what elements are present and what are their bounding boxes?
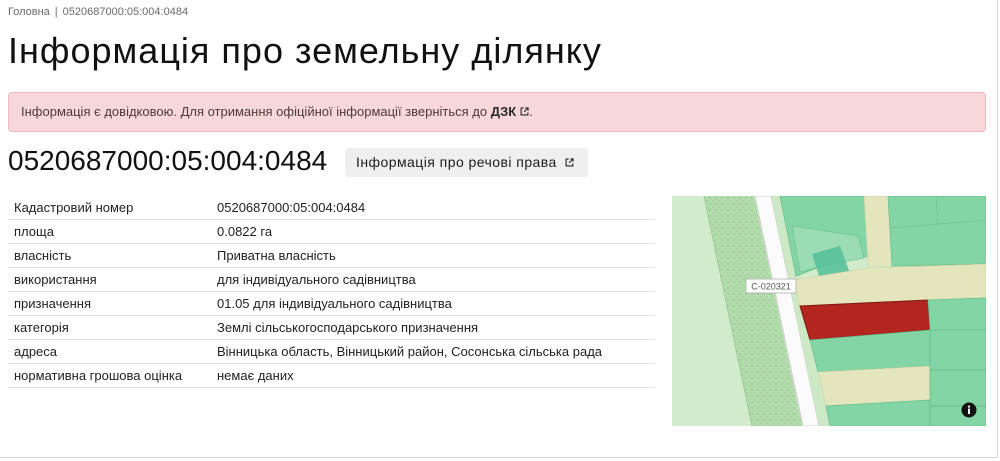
table-row: категорія Землі сільськогосподарського пр… xyxy=(8,315,655,340)
property-rights-button[interactable]: Інформація про речові права xyxy=(345,148,588,177)
parcel-details-table: Кадастровий номер 0520687000:05:004:0484 … xyxy=(8,196,655,388)
neighbor-parcel[interactable] xyxy=(929,369,986,407)
road-label: С-020321 xyxy=(745,278,797,294)
detail-value: Вінницька область, Вінницький район, Сос… xyxy=(217,339,655,364)
table-row: призначення 01.05 для індивідуального сад… xyxy=(8,291,655,316)
detail-value: Землі сільськогосподарського призначення xyxy=(217,315,655,340)
property-rights-button-label: Інформація про речові права xyxy=(356,154,557,170)
detail-value: 0.0822 га xyxy=(217,219,655,244)
detail-value: Приватна власність xyxy=(217,243,655,268)
table-row: використання для індивідуального садівниц… xyxy=(8,267,655,292)
external-link-icon xyxy=(520,107,529,116)
detail-value: 01.05 для індивідуального садівництва xyxy=(217,291,655,316)
access-road-strip xyxy=(863,196,893,267)
table-row: площа 0.0822 га xyxy=(8,219,655,244)
parcel-map-canvas[interactable]: С-020321 xyxy=(672,196,986,426)
detail-label: площа xyxy=(8,219,217,244)
breadcrumb-separator: | xyxy=(54,6,58,18)
detail-value: 0520687000:05:004:0484 xyxy=(217,196,655,220)
detail-label: використання xyxy=(8,267,217,292)
detail-label: нормативна грошова оцінка xyxy=(8,363,217,388)
table-row: адреса Вінницька область, Вінницький райо… xyxy=(8,339,655,364)
detail-label: призначення xyxy=(8,291,217,316)
table-row: нормативна грошова оцінка немає даних xyxy=(8,363,655,388)
info-alert: Інформація є довідковою. Для отримання о… xyxy=(8,92,986,132)
breadcrumb-home-link[interactable]: Головна xyxy=(8,6,50,18)
parcel-map[interactable]: С-020321 xyxy=(672,196,986,426)
breadcrumb: Головна | 0520687000:05:004:0484 xyxy=(8,5,188,19)
external-link-icon xyxy=(565,158,574,167)
page-title: Інформація про земельну ділянку xyxy=(8,30,602,71)
table-row: власність Приватна власність xyxy=(8,243,655,268)
neighbor-parcel[interactable] xyxy=(929,405,986,426)
neighbor-parcel[interactable] xyxy=(929,329,986,371)
detail-label: власність xyxy=(8,243,217,268)
detail-value: немає даних xyxy=(217,363,655,388)
alert-text-end: . xyxy=(529,104,533,119)
access-road-strip xyxy=(817,365,931,407)
detail-value: для індивідуального садівництва xyxy=(217,267,655,292)
neighbor-parcel[interactable] xyxy=(927,297,986,335)
breadcrumb-current: 0520687000:05:004:0484 xyxy=(62,6,189,18)
alert-text: Інформація є довідковою. Для отримання о… xyxy=(21,104,491,119)
info-icon[interactable] xyxy=(961,402,977,418)
detail-label: Кадастровий номер xyxy=(8,196,217,220)
detail-label: адреса xyxy=(8,339,217,364)
table-row: Кадастровий номер 0520687000:05:004:0484 xyxy=(8,196,655,220)
dzk-link-label: ДЗК xyxy=(490,104,517,119)
dzk-link[interactable]: ДЗК xyxy=(491,104,530,119)
detail-label: категорія xyxy=(8,315,217,340)
cadastral-number-heading: 0520687000:05:004:0484 xyxy=(8,145,328,176)
road-label-text: С-020321 xyxy=(751,282,791,292)
